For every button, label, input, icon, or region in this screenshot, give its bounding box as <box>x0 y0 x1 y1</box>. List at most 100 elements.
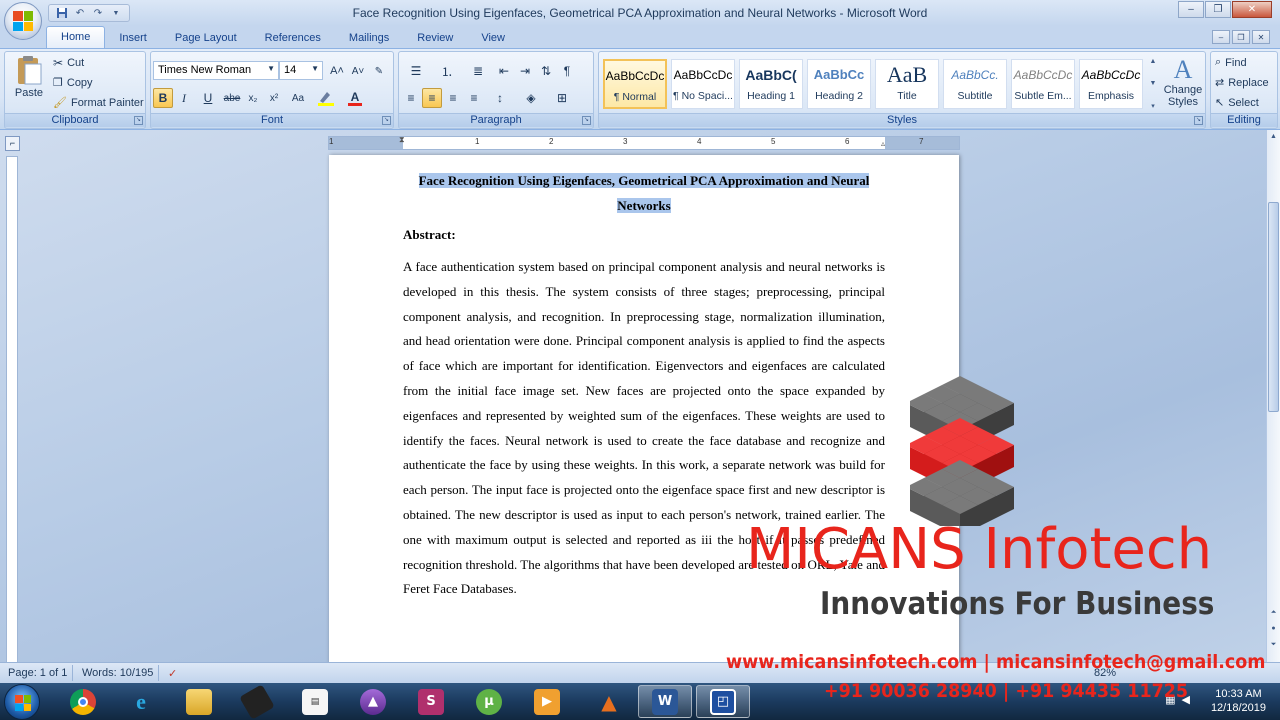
font-name-combo[interactable]: Times New Roman ▼ <box>153 61 279 80</box>
proofing-icon[interactable]: ✓ <box>168 667 177 680</box>
multilevel-list-icon[interactable]: ≣ <box>463 61 493 81</box>
style-subtle-emphasis[interactable]: AaBbCcDc Subtle Em... <box>1011 59 1075 109</box>
office-button[interactable] <box>4 2 42 40</box>
zoom-level[interactable]: 82% <box>1094 667 1116 679</box>
taskbar-internet-explorer[interactable]: e <box>114 685 168 718</box>
more-styles-icon[interactable]: ▾ <box>1151 102 1155 110</box>
abstract-heading[interactable]: Abstract: <box>403 227 885 243</box>
browse-object-icon[interactable]: ● <box>1267 622 1280 636</box>
style-subtitle[interactable]: AaBbCc. Subtitle <box>943 59 1007 109</box>
style-heading-1[interactable]: AaBbC( Heading 1 <box>739 59 803 109</box>
taskbar-app-chip[interactable] <box>230 683 284 720</box>
shading-icon[interactable]: ◈ <box>516 88 546 108</box>
sort-icon[interactable]: ⇅ <box>536 61 556 81</box>
styles-launcher-icon[interactable]: ↘ <box>1194 116 1203 125</box>
network-icon[interactable]: ▦ <box>1165 693 1175 706</box>
volume-icon[interactable]: ◀ <box>1182 693 1190 706</box>
strikethrough-button[interactable]: abe <box>222 88 242 108</box>
vertical-ruler[interactable] <box>6 156 18 662</box>
paste-button[interactable]: Paste <box>9 54 49 99</box>
paragraph-launcher-icon[interactable]: ↘ <box>582 116 591 125</box>
right-indent-marker-icon[interactable]: ▵ <box>881 139 885 148</box>
style-normal[interactable]: AaBbCcDc ¶ Normal <box>603 59 667 109</box>
taskbar-app-s[interactable]: S <box>404 685 458 718</box>
document-page[interactable]: Face Recognition Using Eigenfaces, Geome… <box>329 155 959 662</box>
shrink-font-button[interactable]: A˅ <box>348 61 368 81</box>
bold-button[interactable]: B <box>153 88 173 108</box>
taskbar-utorrent[interactable]: µ <box>462 685 516 718</box>
font-color-button[interactable]: A <box>341 88 369 108</box>
ribbon-minimize-icon[interactable]: ‒ <box>1212 30 1230 44</box>
superscript-button[interactable]: x² <box>264 88 284 108</box>
cut-button[interactable]: ✂ Cut <box>53 56 84 70</box>
scroll-up-icon[interactable]: ▲ <box>1267 130 1280 144</box>
tab-view[interactable]: View <box>467 28 519 48</box>
word-count[interactable]: Words: 10/195 <box>82 667 153 679</box>
grow-font-button[interactable]: A˄ <box>327 61 347 81</box>
abstract-body[interactable]: A face authentication system based on pr… <box>403 255 885 602</box>
taskbar-app-blue[interactable]: ◰ <box>696 685 750 718</box>
tab-insert[interactable]: Insert <box>105 28 161 48</box>
font-size-combo[interactable]: 14 ▼ <box>279 61 323 80</box>
clock[interactable]: 10:33 AM 12/18/2019 <box>1211 687 1266 715</box>
show-formatting-button[interactable]: ¶ <box>557 61 577 81</box>
tab-home[interactable]: Home <box>46 26 106 48</box>
taskbar-chrome[interactable] <box>56 685 110 718</box>
ruler-toggle-icon[interactable]: ⌐ <box>5 136 20 151</box>
style-title[interactable]: AaB Title <box>875 59 939 109</box>
horizontal-ruler[interactable]: 1 1 2 3 4 5 6 7 ⧗ ▵ <box>328 135 960 150</box>
minimize-button[interactable]: ‒ <box>1178 1 1204 18</box>
align-center-icon[interactable]: ≡ <box>422 88 442 108</box>
next-page-icon[interactable]: ⏷ <box>1267 638 1280 652</box>
subscript-button[interactable]: x₂ <box>243 88 263 108</box>
taskbar-matlab[interactable]: ▲ <box>582 685 636 718</box>
select-button[interactable]: ↖ Select <box>1215 96 1259 110</box>
copy-button[interactable]: ❐ Copy <box>53 76 93 90</box>
page-content[interactable]: Face Recognition Using Eigenfaces, Geome… <box>403 168 885 602</box>
close-button[interactable]: ✕ <box>1232 1 1272 18</box>
underline-button[interactable]: U <box>195 88 221 108</box>
scroll-down-icon[interactable]: ▼ <box>1150 80 1157 87</box>
tab-references[interactable]: References <box>251 28 335 48</box>
scroll-up-icon[interactable]: ▲ <box>1150 58 1157 65</box>
previous-page-icon[interactable]: ⏶ <box>1267 606 1280 620</box>
taskbar-app-triangle[interactable]: ▲ <box>346 685 400 718</box>
highlight-color-icon[interactable] <box>312 88 340 108</box>
change-styles-button[interactable]: A Change Styles <box>1161 56 1205 109</box>
taskbar-file-explorer[interactable] <box>172 685 226 718</box>
find-button[interactable]: ⌕ Find <box>1215 56 1247 69</box>
bullets-icon[interactable]: ☰ <box>401 61 431 81</box>
taskbar-word[interactable]: W <box>638 685 692 718</box>
page-count[interactable]: Page: 1 of 1 <box>8 667 67 679</box>
tab-review[interactable]: Review <box>403 28 467 48</box>
ribbon-restore-icon[interactable]: ❐ <box>1232 30 1250 44</box>
taskbar-media-player[interactable]: ▶ <box>520 685 574 718</box>
change-case-button[interactable]: Aa <box>285 88 311 108</box>
tab-mailings[interactable]: Mailings <box>335 28 403 48</box>
restore-button[interactable]: ❐ <box>1205 1 1231 18</box>
clear-formatting-icon[interactable]: ✎ <box>369 61 389 81</box>
ribbon-close-icon[interactable]: ✕ <box>1252 30 1270 44</box>
scrollbar-thumb[interactable] <box>1268 202 1279 412</box>
indent-marker-icon[interactable]: ⧗ <box>399 135 405 145</box>
style-emphasis[interactable]: AaBbCcDc Emphasis <box>1079 59 1143 109</box>
style-heading-2[interactable]: AaBbCc Heading 2 <box>807 59 871 109</box>
numbering-icon[interactable]: ⒈ <box>432 61 462 81</box>
format-painter-button[interactable]: 🖌 Format Painter <box>53 96 144 110</box>
borders-icon[interactable]: ⊞ <box>547 88 577 108</box>
align-left-icon[interactable]: ≡ <box>401 88 421 108</box>
style-no-spacing[interactable]: AaBbCcDc ¶ No Spaci... <box>671 59 735 109</box>
clipboard-launcher-icon[interactable]: ↘ <box>134 116 143 125</box>
replace-button[interactable]: ⇄ Replace <box>1215 76 1269 90</box>
start-button[interactable] <box>4 684 40 720</box>
taskbar-notepad[interactable]: ▤ <box>288 685 342 718</box>
decrease-indent-icon[interactable]: ⇤ <box>494 61 514 81</box>
align-right-icon[interactable]: ≡ <box>443 88 463 108</box>
tab-page-layout[interactable]: Page Layout <box>161 28 251 48</box>
font-launcher-icon[interactable]: ↘ <box>382 116 391 125</box>
justify-icon[interactable]: ≡ <box>464 88 484 108</box>
document-title[interactable]: Face Recognition Using Eigenfaces, Geome… <box>403 168 885 218</box>
increase-indent-icon[interactable]: ⇥ <box>515 61 535 81</box>
line-spacing-icon[interactable]: ↕ <box>485 88 515 108</box>
italic-button[interactable]: I <box>174 88 194 108</box>
